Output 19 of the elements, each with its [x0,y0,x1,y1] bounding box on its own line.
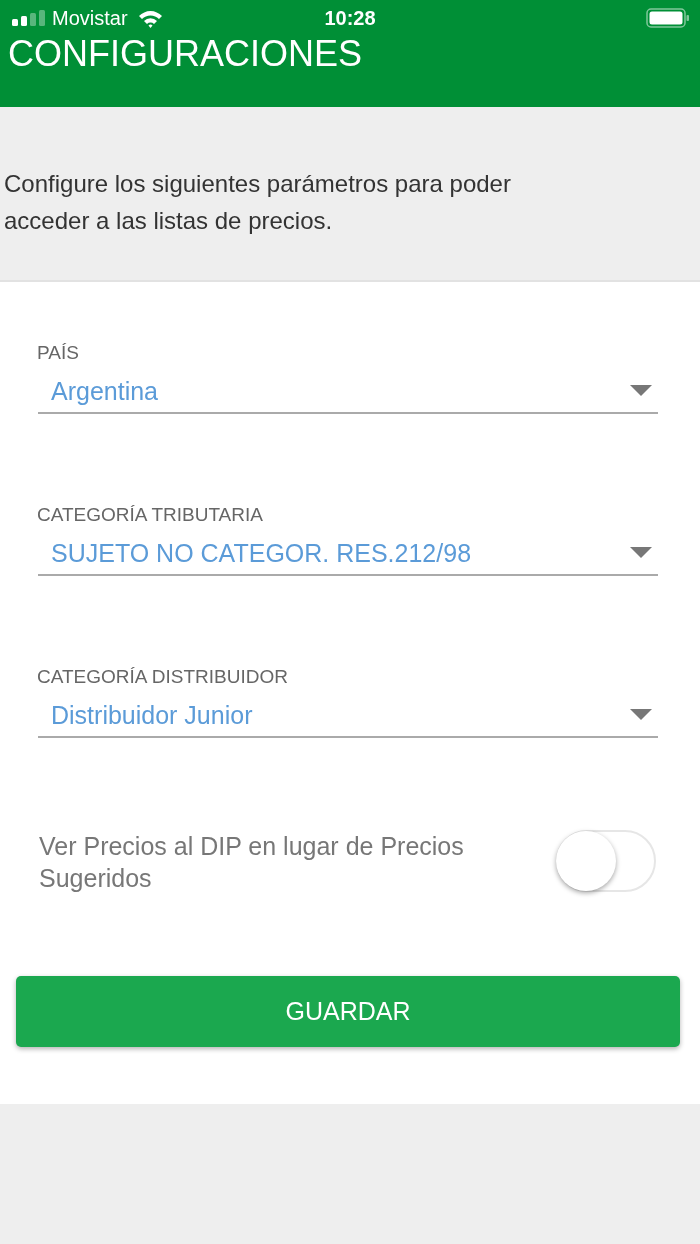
battery-icon [646,8,690,28]
signal-icon [12,10,45,26]
toggle-switch[interactable] [556,830,656,892]
carrier-name: Movistar [52,6,128,30]
field-label: CATEGORÍA TRIBUTARIA [37,503,263,527]
caret-icon [630,385,652,396]
intro-text: Configure los siguientes parámetros para poder acceder a las listas de precios. [4,169,512,236]
save-button[interactable]: GUARDAR [16,976,680,1047]
dropdown-field[interactable]: SUJETO NO CATEGOR. RES.212/98 [38,527,658,576]
dropdown-field[interactable]: Argentina [38,365,658,414]
page-title: CONFIGURACIONES [8,36,363,72]
dropdown-field[interactable]: Distribuidor Junior [38,689,658,738]
field-label: CATEGORÍA DISTRIBUIDOR [37,665,288,689]
caret-icon [630,547,652,558]
wifi-icon [137,8,163,28]
field-label: PAÍS [37,341,79,365]
status-time: 10:28 [324,6,376,30]
caret-icon [630,709,652,720]
toggle-label: Ver Precios al DIP en lugar de Precios Sugeridos [39,831,465,894]
